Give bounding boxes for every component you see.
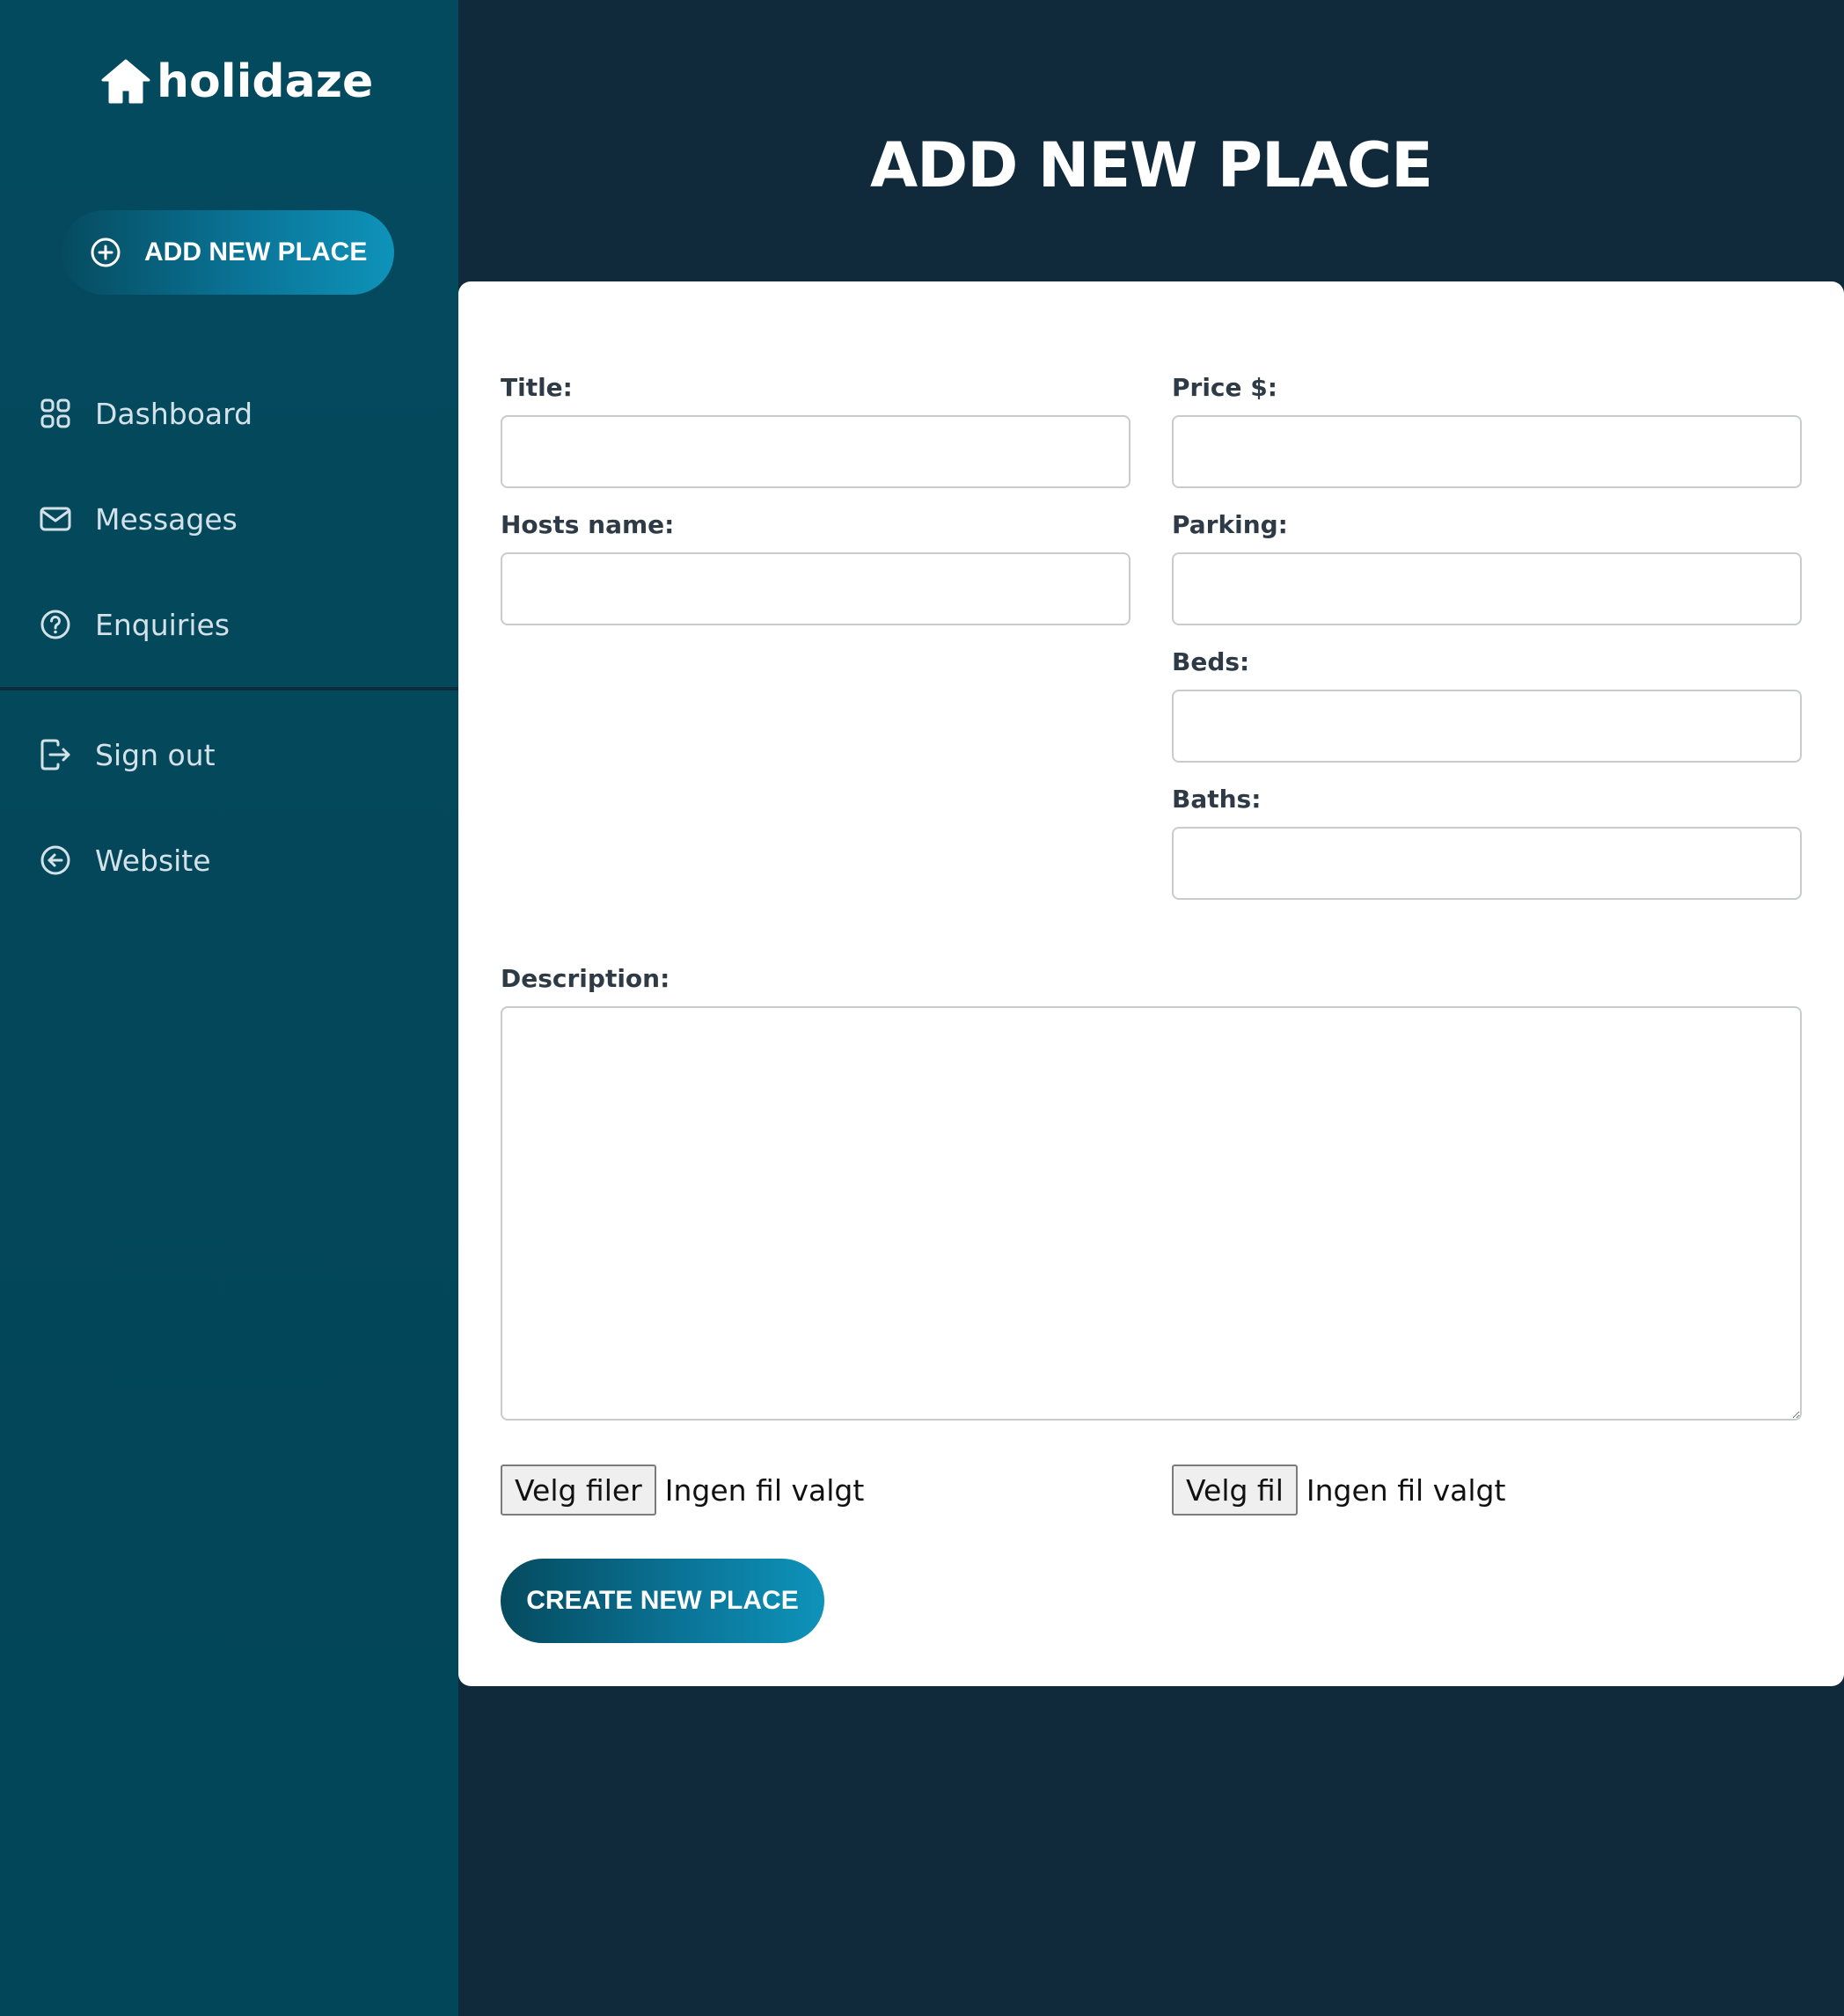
choose-files-button[interactable]: Velg filer (501, 1465, 656, 1516)
create-new-place-button[interactable]: CREATE NEW PLACE (501, 1559, 824, 1643)
sidebar-item-enquiries[interactable]: Enquiries (39, 598, 426, 651)
add-place-form: Title: Price $: Hosts name: Parking: Bed… (458, 281, 1844, 1686)
sidebar-item-website[interactable]: Website (39, 834, 426, 887)
price-label: Price $: (1172, 373, 1277, 402)
title-input[interactable] (501, 415, 1131, 488)
files-status-text: Ingen fil valgt (664, 1472, 865, 1508)
baths-input[interactable] (1172, 827, 1802, 900)
sidebar: holidaze ADD NEW PLACE Dashboard Message… (0, 0, 458, 2016)
images-file-picker: Velg filer Ingen fil valgt (501, 1465, 864, 1516)
image-file-picker: Velg fil Ingen fil valgt (1172, 1465, 1505, 1516)
add-new-place-button[interactable]: ADD NEW PLACE (62, 210, 394, 295)
add-new-place-label: ADD NEW PLACE (144, 237, 368, 267)
sidebar-item-label: Messages (95, 501, 238, 537)
file-status-text: Ingen fil valgt (1306, 1472, 1506, 1508)
arrow-left-circle-icon (40, 845, 70, 875)
help-circle-icon (40, 610, 70, 639)
price-input[interactable] (1172, 415, 1802, 488)
hosts-name-input[interactable] (501, 552, 1131, 625)
house-icon (101, 59, 150, 104)
grid-icon (40, 398, 70, 428)
page-title: ADD NEW PLACE (869, 129, 1433, 201)
logo[interactable]: holidaze (100, 51, 373, 113)
sidebar-item-label: Website (95, 843, 211, 878)
plus-circle-icon (91, 237, 121, 267)
sidebar-item-messages[interactable]: Messages (39, 493, 426, 545)
sidebar-item-label: Enquiries (95, 607, 230, 642)
logo-text: holidaze (157, 55, 374, 108)
sidebar-item-sign-out[interactable]: Sign out (39, 728, 426, 781)
beds-input[interactable] (1172, 690, 1802, 763)
description-textarea[interactable] (501, 1006, 1802, 1421)
sidebar-item-dashboard[interactable]: Dashboard (39, 387, 426, 440)
sign-out-icon (40, 739, 70, 771)
sidebar-divider (0, 687, 458, 690)
sidebar-item-label: Dashboard (95, 396, 253, 431)
beds-label: Beds: (1172, 647, 1250, 676)
choose-file-button[interactable]: Velg fil (1172, 1465, 1298, 1516)
title-label: Title: (501, 373, 573, 402)
hosts-name-label: Hosts name: (501, 510, 675, 539)
mail-icon (40, 507, 71, 531)
parking-input[interactable] (1172, 552, 1802, 625)
parking-label: Parking: (1172, 510, 1288, 539)
description-label: Description: (501, 964, 670, 993)
sidebar-item-label: Sign out (95, 737, 216, 772)
baths-label: Baths: (1172, 785, 1262, 814)
